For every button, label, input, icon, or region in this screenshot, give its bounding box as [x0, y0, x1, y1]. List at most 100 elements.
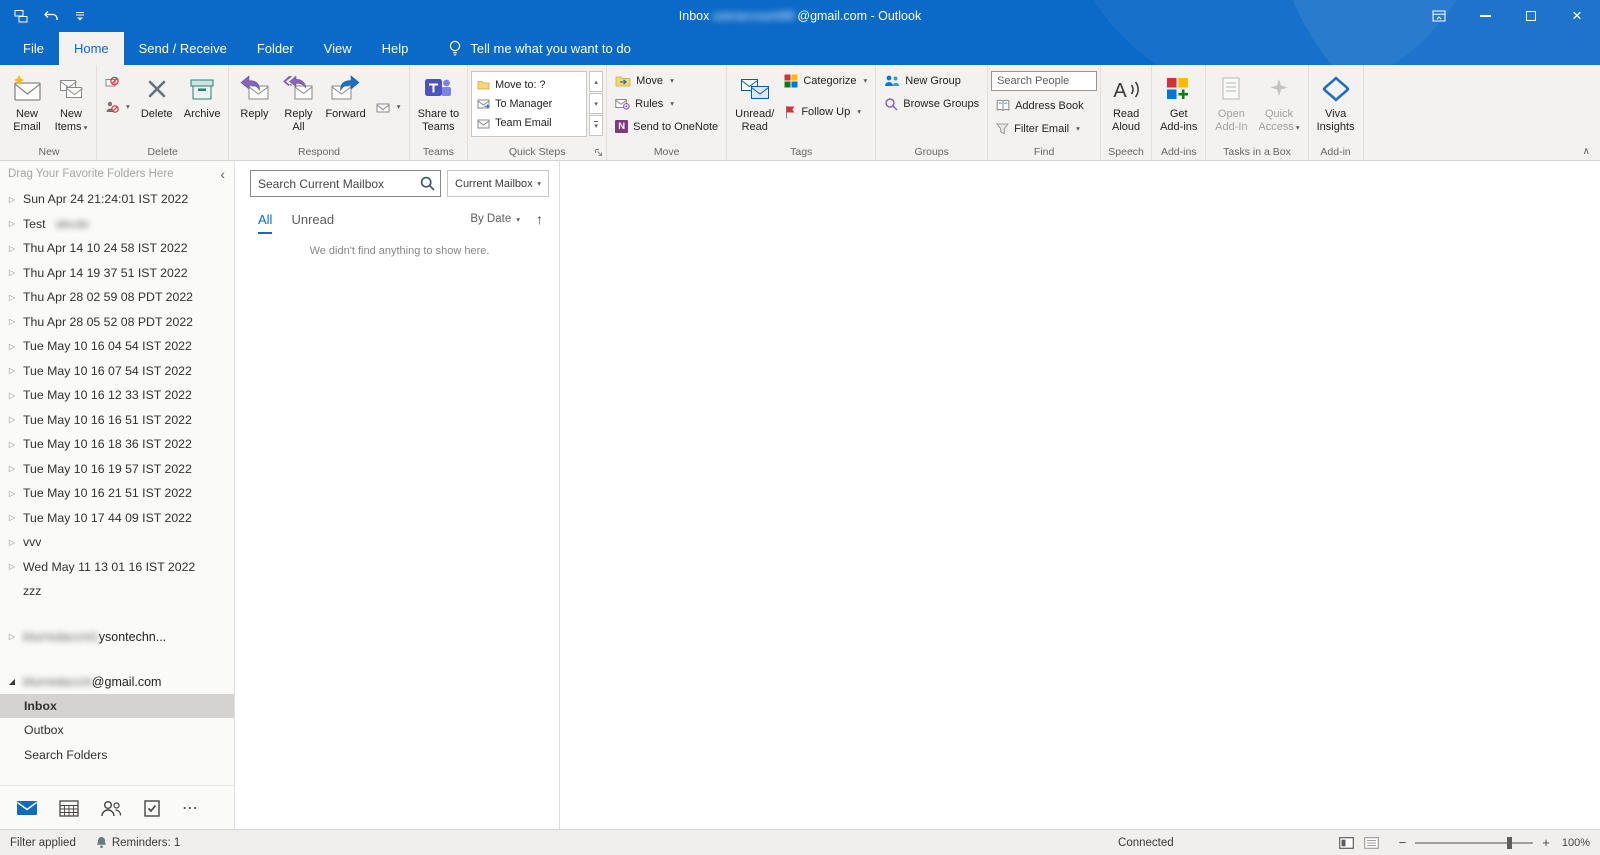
forward-button[interactable]: Forward	[320, 67, 370, 124]
minimize-button[interactable]	[1462, 0, 1508, 32]
reminders-status[interactable]: Reminders: 1	[96, 836, 180, 849]
address-book-button[interactable]: Address Book	[991, 95, 1097, 116]
new-items-button[interactable]: New Items ▾	[49, 67, 93, 137]
tab-send-receive[interactable]: Send / Receive	[124, 32, 242, 65]
zoom-slider-handle[interactable]	[1507, 836, 1513, 849]
calendar-nav-icon[interactable]	[59, 799, 79, 817]
tasks-nav-icon[interactable]	[143, 799, 161, 817]
quick-steps-dialog-launcher-icon[interactable]	[594, 148, 603, 157]
expand-arrow-icon[interactable]: ▷	[7, 489, 17, 498]
expand-arrow-icon[interactable]: ▷	[7, 317, 17, 326]
send-receive-icon[interactable]	[14, 9, 28, 23]
expand-arrow-icon[interactable]: ▷	[7, 632, 17, 641]
account-row-gmail[interactable]: ◢ blurredaccnt @gmail.com	[0, 670, 234, 694]
search-icon[interactable]	[420, 176, 435, 191]
get-addins-button[interactable]: Get Add-ins	[1155, 67, 1202, 137]
folder-outbox[interactable]: Outbox	[0, 718, 234, 743]
filter-tab-all[interactable]: All	[258, 212, 273, 234]
folder-row[interactable]: ▷ Thu Apr 14 19 37 51 IST 2022	[0, 261, 234, 286]
reading-view-icon[interactable]	[1338, 836, 1354, 849]
folder-row[interactable]: ▷ Tue May 10 16 19 57 IST 2022	[0, 457, 234, 482]
search-input[interactable]	[250, 170, 441, 197]
customize-qat-icon[interactable]	[75, 10, 85, 22]
ignore-button[interactable]	[100, 71, 135, 92]
move-button[interactable]: Move ▾	[610, 70, 723, 91]
expand-arrow-icon[interactable]: ▷	[7, 219, 17, 228]
categorize-button[interactable]: Categorize ▾	[779, 70, 872, 91]
viva-insights-button[interactable]: Viva Insights	[1312, 67, 1360, 137]
ribbon-display-options-icon[interactable]	[1416, 0, 1462, 32]
zoom-level[interactable]: 100%	[1562, 837, 1590, 849]
folder-row[interactable]: ▷ Thu Apr 28 05 52 08 PDT 2022	[0, 310, 234, 335]
quick-step-team-email[interactable]: Team Email	[477, 117, 581, 129]
folder-row[interactable]: ▷ Thu Apr 28 02 59 08 PDT 2022	[0, 285, 234, 310]
search-people-input[interactable]	[991, 71, 1098, 91]
folder-row[interactable]: ▷zzz	[0, 579, 234, 604]
close-button[interactable]: ×	[1554, 0, 1600, 32]
tab-folder[interactable]: Folder	[242, 32, 309, 65]
tell-me-box[interactable]: Tell me what you want to do	[439, 32, 640, 65]
expand-arrow-icon[interactable]: ▷	[7, 268, 17, 277]
tab-home[interactable]: Home	[58, 32, 124, 65]
quick-step-move-to[interactable]: Move to: ?	[477, 79, 581, 91]
folder-row[interactable]: ▷ Tue May 10 16 16 51 IST 2022	[0, 408, 234, 433]
folder-row[interactable]: ▷ vvv	[0, 530, 234, 555]
account-row[interactable]: ▷ blurredaccnt1 ysontechn...	[0, 625, 234, 649]
send-to-onenote-button[interactable]: N Send to OneNote	[610, 116, 723, 137]
filter-email-button[interactable]: Filter Email ▾	[991, 118, 1097, 139]
folder-row[interactable]: ▷ Tue May 10 17 44 09 IST 2022	[0, 506, 234, 531]
read-aloud-button[interactable]: A Read Aloud	[1104, 67, 1148, 137]
mailbox-scope-dropdown[interactable]: Current Mailbox ▾	[447, 170, 549, 197]
folder-row[interactable]: ▷ Test abcde	[0, 212, 234, 237]
folder-row[interactable]: ▷ Tue May 10 16 04 54 IST 2022	[0, 334, 234, 359]
more-apps-icon[interactable]: ⋯	[182, 798, 200, 818]
expand-arrow-icon[interactable]: ▷	[7, 464, 17, 473]
maximize-button[interactable]	[1508, 0, 1554, 32]
mail-nav-icon[interactable]	[16, 799, 38, 817]
browse-groups-button[interactable]: Browse Groups	[879, 93, 984, 114]
undo-icon[interactable]	[44, 10, 59, 22]
new-group-button[interactable]: New Group	[879, 70, 984, 91]
expand-arrow-icon[interactable]: ▷	[7, 513, 17, 522]
unread-read-button[interactable]: Unread/ Read	[730, 67, 779, 137]
rules-button[interactable]: Rules ▾	[610, 93, 723, 114]
reply-all-button[interactable]: Reply All	[276, 67, 320, 137]
folder-inbox[interactable]: Inbox	[0, 693, 234, 718]
expand-arrow-icon[interactable]: ▷	[7, 440, 17, 449]
folder-row[interactable]: ▷ Wed May 11 13 01 16 IST 2022	[0, 555, 234, 580]
tab-file[interactable]: File	[8, 32, 59, 65]
folder-row[interactable]: ▷ Tue May 10 16 21 51 IST 2022	[0, 481, 234, 506]
quick-steps-scroll-down-icon[interactable]: ▾	[589, 93, 604, 114]
quick-step-to-manager[interactable]: To Manager	[477, 98, 581, 110]
normal-view-icon[interactable]	[1363, 836, 1379, 849]
filter-tab-unread[interactable]: Unread	[291, 212, 334, 227]
collapse-arrow-icon[interactable]: ◢	[7, 677, 17, 686]
reply-button[interactable]: Reply	[232, 67, 276, 124]
junk-button[interactable]: ▾	[100, 96, 135, 117]
expand-arrow-icon[interactable]: ▷	[7, 391, 17, 400]
sort-by-dropdown[interactable]: By Date ▾	[470, 213, 520, 225]
expand-arrow-icon[interactable]: ▷	[7, 342, 17, 351]
zoom-out-icon[interactable]: −	[1399, 835, 1407, 850]
expand-arrow-icon[interactable]: ▷	[7, 244, 17, 253]
tab-help[interactable]: Help	[367, 32, 424, 65]
new-email-button[interactable]: New Email	[5, 67, 49, 137]
expand-arrow-icon[interactable]: ▷	[7, 293, 17, 302]
delete-button[interactable]: Delete	[135, 67, 179, 124]
zoom-in-icon[interactable]: +	[1542, 835, 1550, 850]
sort-direction-icon[interactable]: ↑	[536, 211, 543, 227]
tab-view[interactable]: View	[309, 32, 367, 65]
follow-up-button[interactable]: Follow Up ▾	[779, 101, 872, 122]
folder-row[interactable]: ▷ Thu Apr 14 10 24 58 IST 2022	[0, 236, 234, 261]
minimize-folder-pane-icon[interactable]: ‹	[220, 166, 225, 182]
more-respond-actions-button[interactable]: ▾	[371, 96, 406, 117]
people-nav-icon[interactable]	[100, 799, 122, 817]
quick-steps-scroll-up-icon[interactable]: ▴	[589, 71, 604, 92]
folder-row[interactable]: ▷ Tue May 10 16 12 33 IST 2022	[0, 383, 234, 408]
expand-arrow-icon[interactable]: ▷	[7, 538, 17, 547]
expand-arrow-icon[interactable]: ▷	[7, 562, 17, 571]
folder-row[interactable]: ▷ Tue May 10 16 18 36 IST 2022	[0, 432, 234, 457]
archive-button[interactable]: Archive	[179, 67, 226, 124]
expand-arrow-icon[interactable]: ▷	[7, 415, 17, 424]
folder-row[interactable]: ▷ Tue May 10 16 07 54 IST 2022	[0, 359, 234, 384]
